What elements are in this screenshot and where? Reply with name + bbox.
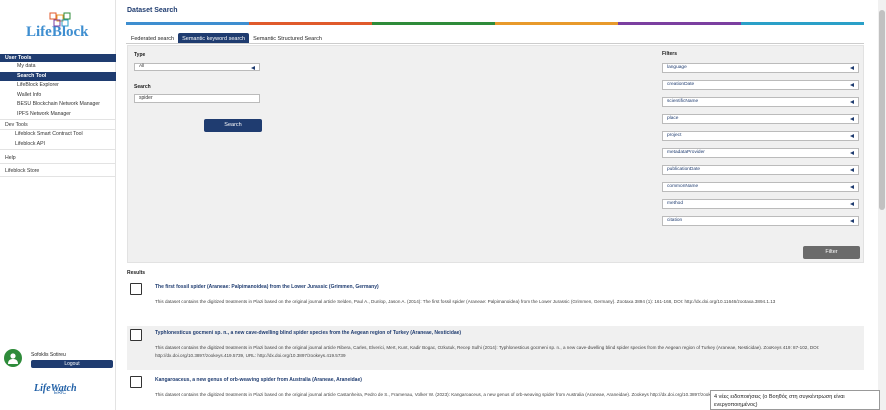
lifeblock-logo[interactable]: LifeBlock xyxy=(26,12,96,48)
page-title: Dataset Search xyxy=(127,7,178,14)
caret-left-icon xyxy=(850,66,854,70)
tab-federated-search[interactable]: Federated search xyxy=(127,33,178,43)
type-label: Type xyxy=(134,52,146,58)
lifewatch-logo-sub: ERIC xyxy=(54,390,66,396)
filter-label: project xyxy=(667,133,682,138)
filter-publication-date[interactable]: publicationDate xyxy=(662,165,859,175)
type-select[interactable]: All xyxy=(134,63,260,71)
nav-item-wallet-info[interactable]: Wallet Info xyxy=(0,91,116,101)
filter-label: citation xyxy=(667,218,683,223)
main-content: Dataset Search Federated search Semantic… xyxy=(126,0,874,410)
caret-left-icon xyxy=(850,134,854,138)
result-title-link[interactable]: Typhlonesticus gocmeni sp. n., a new cav… xyxy=(155,330,461,336)
nav-divider xyxy=(0,163,116,164)
nav-head-dev-tools[interactable]: Dev Tools xyxy=(0,121,116,129)
nav-head-user-tools[interactable]: User Tools xyxy=(0,54,116,62)
nav-head-lifeblock-store[interactable]: Lifeblock Store xyxy=(0,167,116,176)
tab-semantic-keyword-search[interactable]: Semantic keyword search xyxy=(178,33,250,43)
color-bar-segment xyxy=(495,22,618,25)
nav-item-lifeblock-explorer[interactable]: LifeBlock Explorer xyxy=(0,81,116,91)
filter-language[interactable]: language xyxy=(662,63,859,73)
filter-label: place xyxy=(667,116,679,121)
filter-creation-date[interactable]: creationDate xyxy=(662,80,859,90)
color-bar-segment xyxy=(741,22,864,25)
result-item: Typhlonesticus gocmeni sp. n., a new cav… xyxy=(127,326,864,370)
caret-left-icon xyxy=(850,168,854,172)
nav-head-help[interactable]: Help xyxy=(0,154,116,163)
filter-scientific-name[interactable]: scientificName xyxy=(662,97,859,107)
nav-item-search-tool[interactable]: Search Tool xyxy=(0,71,116,81)
result-title-link[interactable]: Kangaroaceus, a new genus of orb-weaving… xyxy=(155,377,362,383)
nav-item-smart-contract-tool[interactable]: Lifeblock Smart Contract Tool xyxy=(0,130,116,140)
logout-button[interactable]: Logout xyxy=(31,360,113,368)
user-icon xyxy=(8,353,18,364)
filter-metadata-provider[interactable]: metadataProvider xyxy=(662,148,859,158)
type-select-value: All xyxy=(139,64,145,69)
filter-label: publicationDate xyxy=(667,167,701,172)
tab-semantic-structured-search[interactable]: Semantic Structured Search xyxy=(249,33,326,43)
scrollbar-thumb[interactable] xyxy=(879,10,885,210)
nav-divider xyxy=(0,149,116,150)
page-scrollbar[interactable] xyxy=(878,0,886,410)
filter-label: commonName xyxy=(667,184,699,189)
filter-label: scientificName xyxy=(667,99,699,104)
search-input[interactable]: spider xyxy=(134,94,260,103)
sidebar: LifeBlock User Tools My data Search Tool… xyxy=(0,0,116,410)
filter-label: language xyxy=(667,65,687,70)
lifeblock-logo-text: LifeBlock xyxy=(26,24,89,40)
caret-left-icon xyxy=(850,185,854,189)
lifewatch-logo: LifeWatch ERIC xyxy=(34,378,84,406)
result-description: This dataset contains the digitized trea… xyxy=(155,345,820,358)
app-window: LifeBlock User Tools My data Search Tool… xyxy=(0,0,886,410)
color-bar-segment xyxy=(249,22,372,25)
caret-left-icon xyxy=(850,100,854,104)
result-checkbox[interactable] xyxy=(130,376,142,388)
nav-item-lifeblock-api[interactable]: Lifeblock API xyxy=(0,140,116,150)
result-checkbox[interactable] xyxy=(130,329,142,341)
tab-underline xyxy=(126,43,864,44)
color-bar-segment xyxy=(618,22,741,25)
filter-place[interactable]: place xyxy=(662,114,859,124)
avatar[interactable] xyxy=(4,349,22,367)
color-bar-segment xyxy=(372,22,495,25)
nav-item-ipfs-network-manager[interactable]: IPFS Network Manager xyxy=(0,110,116,120)
caret-left-icon xyxy=(251,65,255,70)
filter-button[interactable]: Filter xyxy=(803,246,860,259)
result-item: The first fossil spider (Araneae: Palpim… xyxy=(127,280,864,324)
filters-label: Filters xyxy=(662,51,678,57)
search-tabs: Federated search Semantic keyword search… xyxy=(127,33,326,43)
filter-common-name[interactable]: commonName xyxy=(662,182,859,192)
filter-project[interactable]: project xyxy=(662,131,859,141)
result-title-link[interactable]: The first fossil spider (Araneae: Palpim… xyxy=(155,284,379,290)
filter-label: metadataProvider xyxy=(667,150,705,155)
nav-item-my-data[interactable]: My data xyxy=(0,62,116,72)
caret-left-icon xyxy=(850,219,854,223)
search-panel: Type All Search spider Search Filters la… xyxy=(127,45,864,263)
caret-left-icon xyxy=(850,151,854,155)
nav-divider xyxy=(0,176,116,177)
caret-left-icon xyxy=(850,117,854,121)
caret-left-icon xyxy=(850,202,854,206)
result-checkbox[interactable] xyxy=(130,283,142,295)
results-label: Results xyxy=(127,270,146,276)
nav-item-besu-network-manager[interactable]: BESU Blockchain Network Manager xyxy=(0,100,116,110)
search-label: Search xyxy=(134,84,151,90)
result-description: This dataset contains the digitized trea… xyxy=(155,299,776,304)
nav-user-tools: User Tools My data Search Tool LifeBlock… xyxy=(0,54,116,177)
filter-method[interactable]: method xyxy=(662,199,859,209)
filter-label: method xyxy=(667,201,683,206)
nav-divider xyxy=(0,119,116,120)
caret-left-icon xyxy=(850,83,854,87)
search-button[interactable]: Search xyxy=(204,119,262,132)
color-bar xyxy=(126,22,864,25)
user-name: Sofoklis Sotireu xyxy=(31,352,66,358)
filter-label: creationDate xyxy=(667,82,695,87)
notification-toast[interactable]: 4 νέες ειδοποιήσεις (ο Βοηθός στη συγκέν… xyxy=(710,390,880,410)
filter-citation[interactable]: citation xyxy=(662,216,859,226)
color-bar-segment xyxy=(126,22,249,25)
